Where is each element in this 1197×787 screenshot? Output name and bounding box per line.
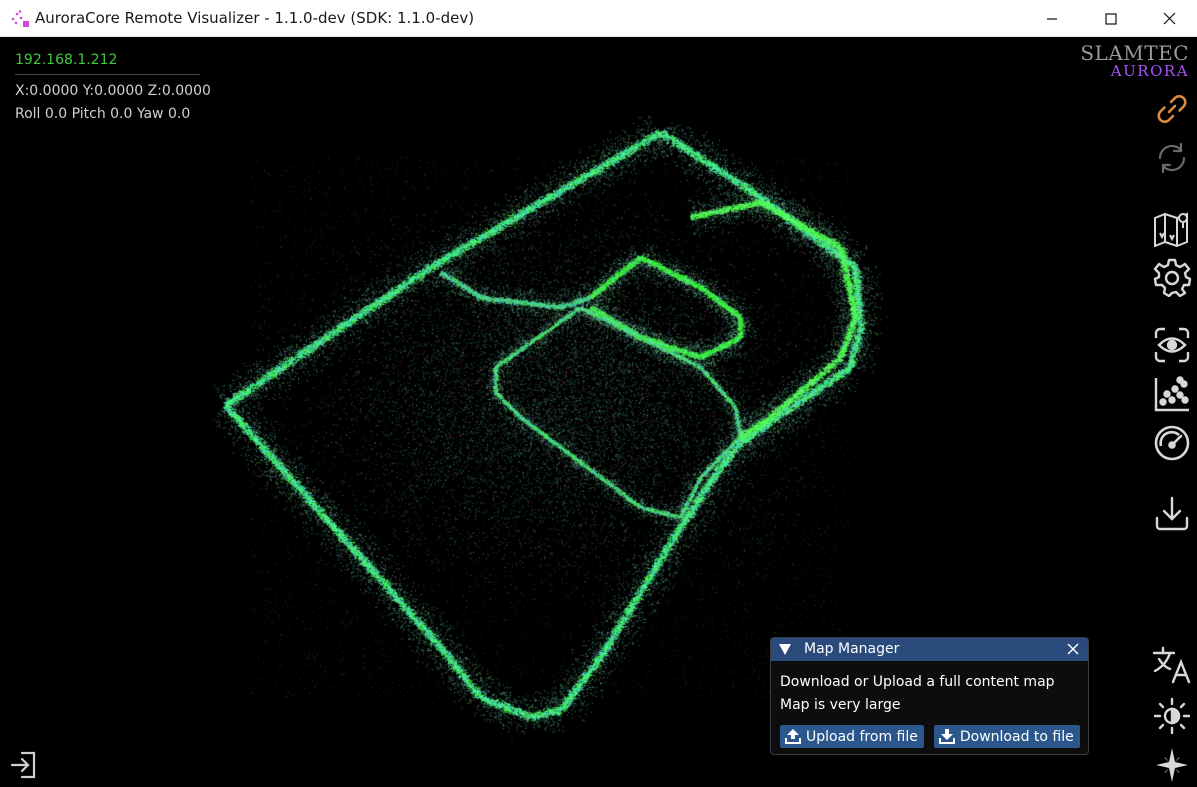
eye-camera-icon [1154,327,1190,363]
position-readout: X:0.0000 Y:0.0000 Z:0.0000 [15,83,211,99]
minimize-icon [1046,17,1057,20]
upload-button[interactable]: Upload from file [780,725,924,748]
disconnect-button[interactable] [8,749,40,781]
point-cloud-viewport[interactable]: 192.168.1.212 X:0.0000 Y:0.0000 Z:0.0000… [0,37,1197,787]
collapse-arrow-icon[interactable] [779,644,791,655]
download-label: Download to file [959,728,1074,745]
panel-title: Map Manager [804,641,900,657]
logo-slamtec: SLAMTEC [1080,41,1189,65]
map-size-warning: Map is very large [780,697,901,713]
slamtec-aurora-logo: SLAMTEC AURORA [1080,43,1189,79]
exit-icon [10,751,36,779]
speedometer-icon [1154,425,1190,461]
settings-button[interactable] [1150,255,1194,299]
button-row: Upload from file Download to file [780,725,1080,748]
orientation-readout: Roll 0.0 Pitch 0.0 Yaw 0.0 [15,106,191,122]
scatter-chart-icon [1154,376,1189,412]
download-button[interactable] [1150,491,1194,535]
link-icon [1157,95,1187,123]
refresh-button[interactable] [1150,136,1194,180]
brightness-button[interactable] [1150,694,1194,738]
info-divider [15,74,200,75]
window-title: AuroraCore Remote Visualizer - 1.1.0-dev… [35,9,475,27]
app-icon [11,10,29,27]
map-manager-button[interactable] [1150,206,1194,250]
pose-info: 192.168.1.212 X:0.0000 Y:0.0000 Z:0.0000… [15,52,211,126]
compass-star-icon [1156,748,1188,782]
close-icon [1163,12,1176,25]
device-ip: 192.168.1.212 [15,52,118,68]
brightness-icon [1153,697,1191,735]
connect-button[interactable] [1150,87,1194,131]
minimize-button[interactable] [1022,0,1081,37]
scatter-view-button[interactable] [1150,372,1194,416]
maximize-icon [1104,12,1117,25]
panel-header: Map Manager [771,638,1088,661]
upload-icon [785,729,801,744]
refresh-icon [1158,142,1186,174]
close-button[interactable] [1140,0,1197,37]
logo-aurora: AURORA [1110,62,1189,80]
panel-body: Download or Upload a full content map Ma… [771,661,1088,758]
map-description: Download or Upload a full content map [780,674,1055,690]
view-camera-button[interactable] [1150,323,1194,367]
title-bar: AuroraCore Remote Visualizer - 1.1.0-dev… [0,0,1197,37]
performance-button[interactable] [1150,421,1194,465]
download-icon [938,729,955,744]
download-icon [1155,496,1189,531]
maximize-button[interactable] [1081,0,1140,37]
close-icon[interactable] [1066,642,1080,656]
gear-icon [1153,258,1192,297]
map-manager-panel: Map Manager Download or Upload a full co… [770,637,1089,755]
translate-icon [1152,646,1191,684]
download-to-file-button[interactable]: Download to file [933,725,1080,748]
render-effects-button[interactable] [1150,743,1194,787]
map-icon [1154,212,1188,247]
upload-label: Upload from file [806,728,918,745]
language-button[interactable] [1150,643,1194,687]
